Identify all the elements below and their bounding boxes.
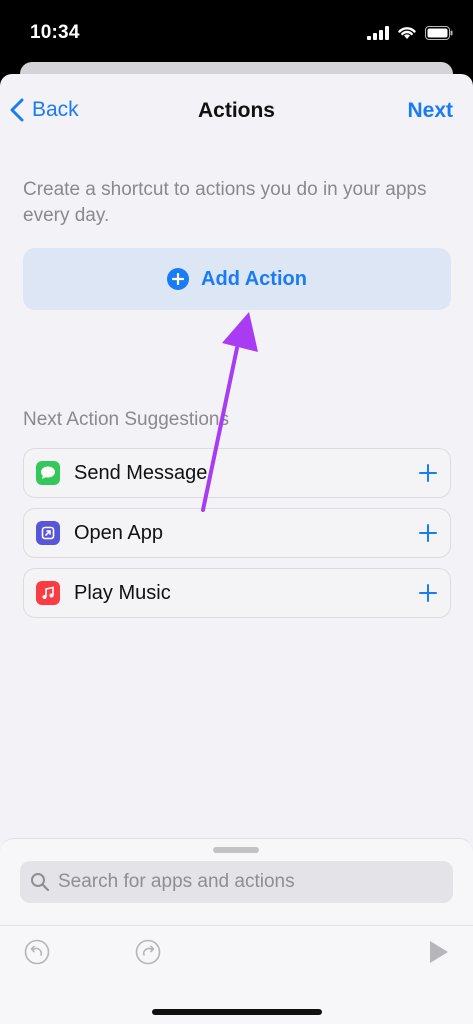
suggestion-open-app[interactable]: Open App — [23, 508, 451, 558]
intro-text: Create a shortcut to actions you do in y… — [23, 179, 427, 226]
add-plus-icon[interactable] — [418, 583, 438, 603]
undo-icon[interactable] — [24, 939, 50, 965]
open-app-icon — [36, 521, 60, 545]
redo-icon[interactable] — [135, 939, 161, 965]
plus-circle-icon — [167, 268, 190, 290]
action-search-panel — [0, 838, 473, 1024]
status-icons — [367, 25, 453, 40]
suggestion-label: Play Music — [74, 581, 171, 604]
suggestion-send-message[interactable]: Send Message — [23, 448, 451, 498]
cellular-signal-icon — [367, 25, 389, 40]
home-indicator — [152, 1009, 322, 1015]
search-icon — [31, 873, 50, 892]
status-bar: 10:34 — [0, 0, 473, 64]
messages-icon — [36, 461, 60, 485]
search-input[interactable] — [56, 870, 440, 894]
wifi-icon — [398, 27, 416, 39]
play-icon[interactable] — [428, 939, 450, 965]
add-plus-icon[interactable] — [418, 463, 438, 483]
battery-icon — [425, 25, 453, 40]
navigation-bar: Back Actions Next — [0, 74, 473, 146]
toolbar-divider — [0, 925, 473, 926]
suggestion-label: Open App — [74, 521, 163, 544]
add-action-label: Add Action — [201, 267, 307, 290]
music-icon — [36, 581, 60, 605]
suggestion-play-music[interactable]: Play Music — [23, 568, 451, 618]
suggestions-header: Next Action Suggestions — [23, 409, 229, 430]
sheet-grabber[interactable] — [213, 847, 259, 853]
page-title: Actions — [197, 99, 275, 122]
status-time: 10:34 — [30, 22, 80, 43]
actions-sheet: Back Actions Next Create a shortcut to a… — [0, 74, 473, 1024]
add-plus-icon[interactable] — [418, 523, 438, 543]
search-bar[interactable] — [20, 861, 453, 903]
add-action-button[interactable]: Add Action — [23, 248, 451, 310]
next-button[interactable]: Next — [407, 99, 453, 123]
suggestion-label: Send Message — [74, 461, 208, 484]
